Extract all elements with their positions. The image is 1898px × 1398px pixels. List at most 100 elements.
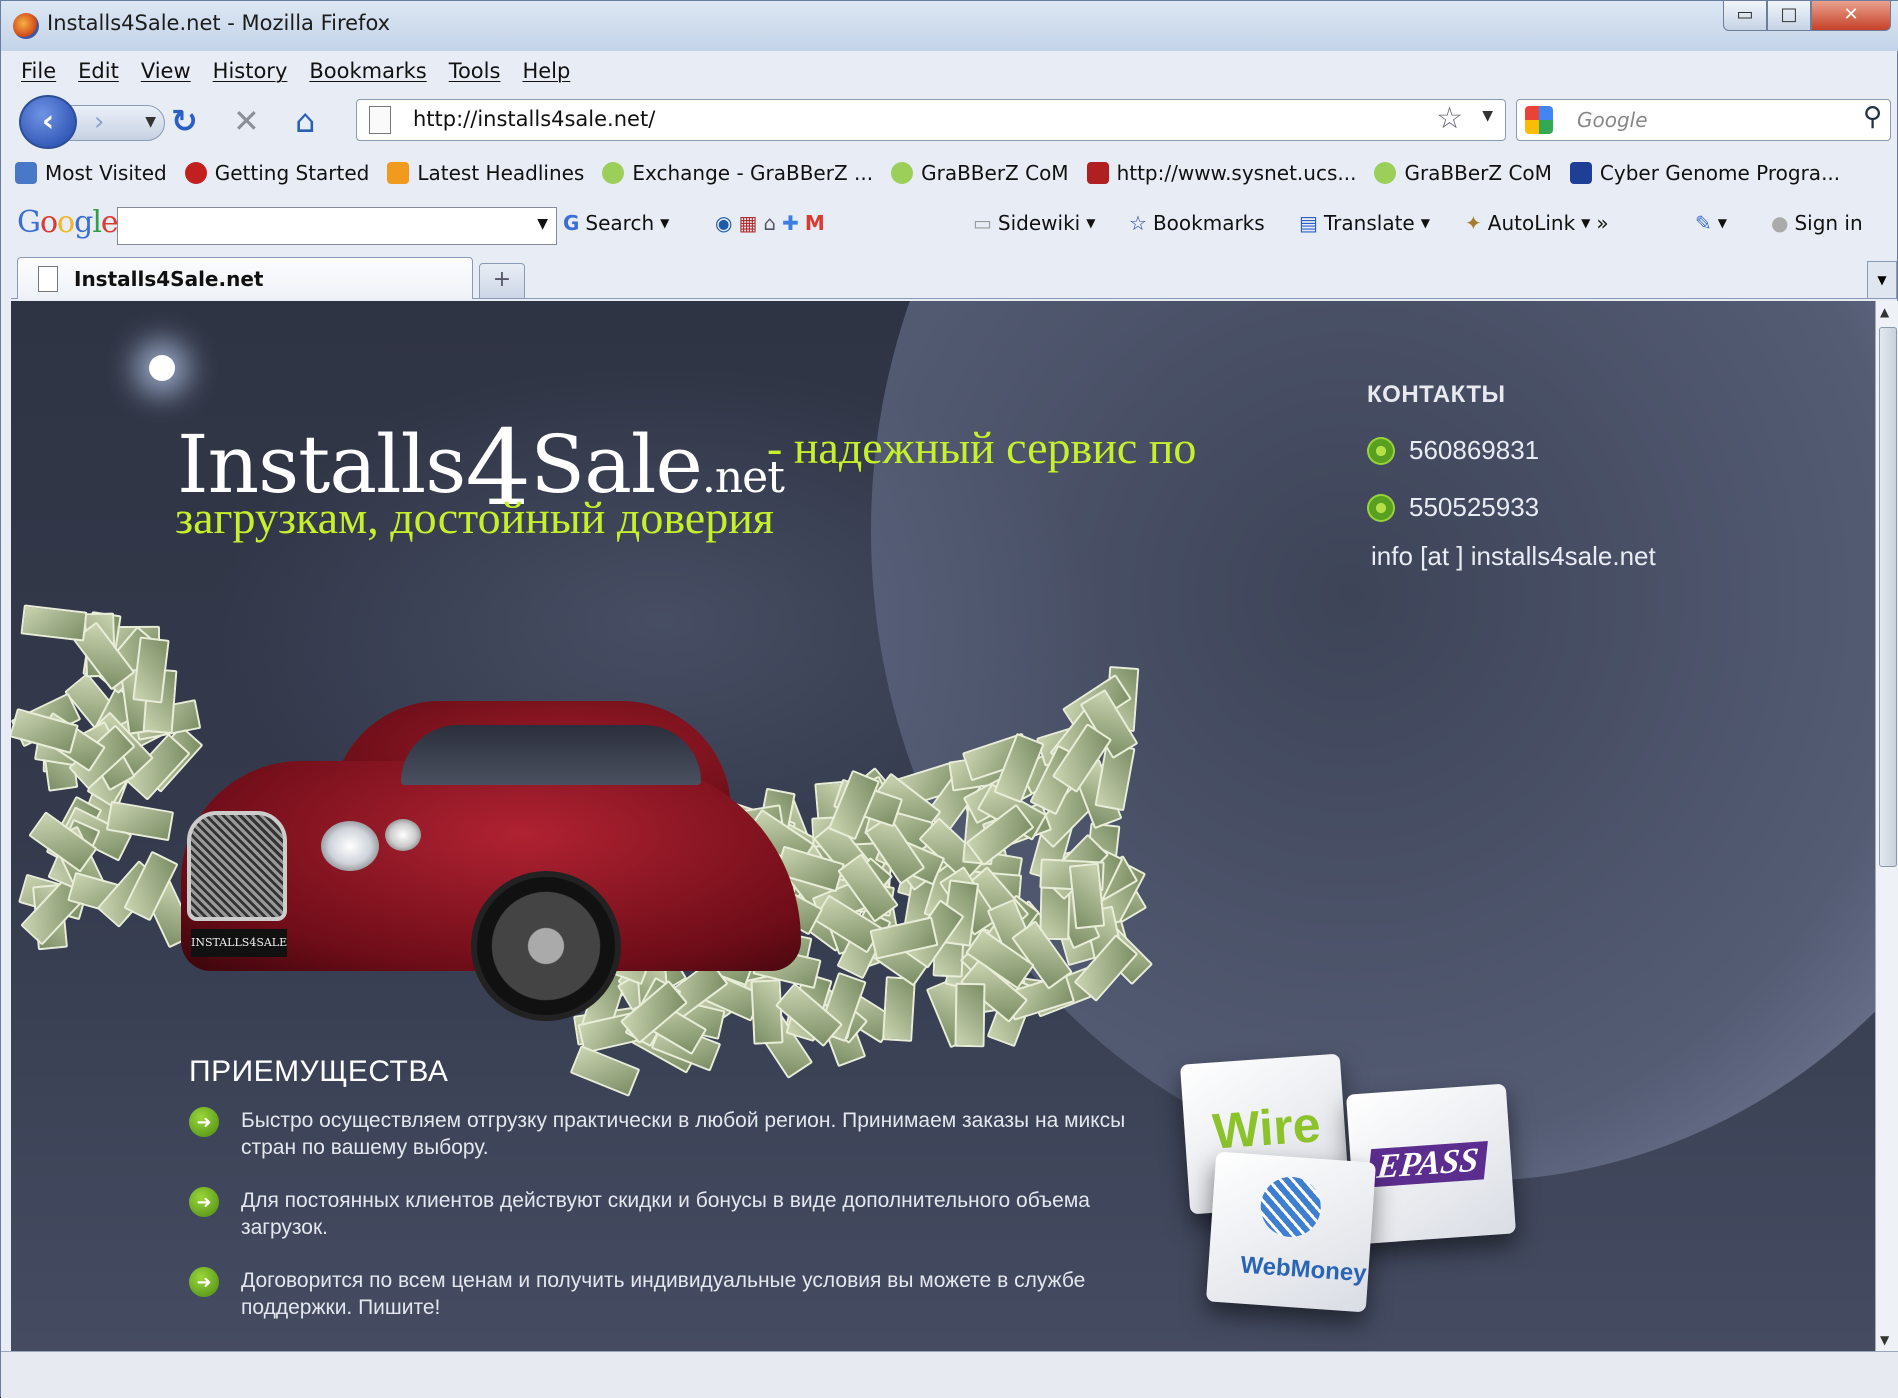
bookmark-item[interactable]: Cyber Genome Progra... xyxy=(1569,161,1841,185)
sign-in-button[interactable]: ● Sign in xyxy=(1771,211,1863,235)
tab-installs4sale[interactable]: Installs4Sale.net xyxy=(17,257,473,299)
address-bar[interactable]: http://installs4sale.net/ ☆ ▼ xyxy=(356,99,1506,141)
google-toolbar-icons[interactable]: ◉ ▦ ⌂ ✚ M xyxy=(715,211,825,235)
light-flare xyxy=(149,355,175,381)
stop-icon[interactable]: ✕ xyxy=(233,101,260,141)
scroll-up-icon[interactable]: ▲ xyxy=(1880,305,1889,319)
bookmark-item[interactable]: GraBBerZ CoM xyxy=(891,161,1069,185)
bookmark-star-icon[interactable]: ☆ xyxy=(1436,101,1463,136)
account-icon: ● xyxy=(1771,211,1789,235)
bookmark-item[interactable]: Most Visited xyxy=(15,161,167,185)
tagline-line1: - надежный сервис по xyxy=(767,422,1197,473)
bookmark-label: http://www.sysnet.ucs... xyxy=(1116,161,1357,185)
icq-flower-icon xyxy=(1367,493,1395,522)
car-plate: INSTALLS4SALE xyxy=(191,929,287,957)
menu-help[interactable]: Help xyxy=(522,59,570,83)
car-image: INSTALLS4SALE xyxy=(161,701,801,1041)
calendar-icon[interactable]: ▦ xyxy=(738,211,757,235)
earth-icon[interactable]: ◉ xyxy=(715,211,732,235)
url-dropdown-icon[interactable]: ▼ xyxy=(1482,108,1493,124)
icq-contact[interactable]: 550525933 xyxy=(1367,492,1656,523)
title-bar: Installs4Sale.net - Mozilla Firefox ▭ □ … xyxy=(1,1,1898,51)
history-dropdown-icon[interactable]: ▼ xyxy=(145,106,156,138)
bookmark-item[interactable]: Latest Headlines xyxy=(387,161,584,185)
epass-label: EPASS xyxy=(1367,1140,1489,1188)
bookmark-label: Cyber Genome Progra... xyxy=(1599,161,1841,185)
banknote-decoration xyxy=(954,982,986,1048)
google-search-input[interactable]: ▼ xyxy=(117,207,557,245)
menu-history[interactable]: History xyxy=(213,59,288,83)
reload-icon[interactable]: ↻ xyxy=(171,101,198,141)
chevron-down-icon: ▼ xyxy=(1581,216,1591,230)
wand-icon: ✦ xyxy=(1465,211,1482,235)
menu-view[interactable]: View xyxy=(141,59,191,83)
tagline-line2: загрузкам, достойный доверия xyxy=(175,492,774,543)
wire-label: Wire xyxy=(1210,1096,1323,1160)
icq-contact[interactable]: 560869831 xyxy=(1367,435,1656,466)
chevron-down-icon: ▼ xyxy=(1420,216,1430,230)
back-button[interactable]: ‹ xyxy=(19,95,77,149)
menu-bookmarks[interactable]: Bookmarks xyxy=(309,59,426,83)
google-engine-icon[interactable] xyxy=(1525,106,1553,134)
tab-list-button[interactable]: ▼ xyxy=(1867,261,1897,299)
google-search-button[interactable]: G Search ▼ xyxy=(563,211,669,235)
new-tab-button[interactable]: + xyxy=(479,263,525,299)
close-button[interactable]: ✕ xyxy=(1811,1,1891,31)
search-label: Search xyxy=(585,211,655,235)
scroll-down-icon[interactable]: ▼ xyxy=(1880,1333,1889,1347)
sidewiki-label: Sidewiki xyxy=(997,211,1081,235)
car-headlight xyxy=(385,819,421,851)
sidewiki-button[interactable]: ▭ Sidewiki ▼ xyxy=(973,211,1095,235)
bookmark-item[interactable]: Exchange - GraBBerZ ... xyxy=(602,161,873,185)
wrench-icon: ✎ xyxy=(1695,211,1712,235)
settings-button[interactable]: ✎ ▼ xyxy=(1695,211,1727,235)
grabberz-icon xyxy=(602,162,625,184)
bookmarks-toolbar: Most Visited Getting Started Latest Head… xyxy=(15,153,1840,193)
sidewiki-icon: ▭ xyxy=(973,211,992,235)
bank-icon[interactable]: ⌂ xyxy=(763,211,776,235)
gmail-icon[interactable]: M xyxy=(805,211,825,235)
maximize-button[interactable]: □ xyxy=(1767,1,1811,31)
tab-label: Installs4Sale.net xyxy=(74,267,264,291)
sysnet-icon xyxy=(1086,162,1109,184)
bookmark-label: Exchange - GraBBerZ ... xyxy=(632,161,874,185)
navigation-toolbar: › ▼ ‹ ↻ ✕ ⌂ http://installs4sale.net/ ☆ ▼… xyxy=(11,93,1891,149)
vertical-scrollbar[interactable]: ▲ ▼ xyxy=(1875,301,1898,1351)
bookmark-item[interactable]: GraBBerZ CoM xyxy=(1374,161,1552,185)
advantage-text: Быстро осуществляем отгрузку практически… xyxy=(241,1109,1126,1159)
car-grille xyxy=(187,811,287,921)
webmoney-label: WebMoney xyxy=(1239,1251,1368,1288)
minimize-button[interactable]: ▭ xyxy=(1723,1,1767,31)
bookmark-label: GraBBerZ CoM xyxy=(1404,161,1552,185)
browser-window: Installs4Sale.net - Mozilla Firefox ▭ □ … xyxy=(0,0,1898,1398)
translate-button[interactable]: ▤ Translate ▼ xyxy=(1299,211,1430,235)
search-bar[interactable]: Google ⚲ xyxy=(1516,99,1891,141)
bookmark-item[interactable]: http://www.sysnet.ucs... xyxy=(1086,161,1357,185)
more-icon[interactable]: » xyxy=(1596,211,1608,235)
google-toolbar: Google ▼ G Search ▼ ◉ ▦ ⌂ ✚ M ▭ Sidewiki ▼ ☆ Book… xyxy=(15,203,1895,245)
google-logo: Google xyxy=(17,205,119,240)
forward-button[interactable]: › ▼ xyxy=(69,105,165,141)
bookmark-item[interactable]: Getting Started xyxy=(184,161,369,185)
search-placeholder[interactable]: Google xyxy=(1577,108,1648,132)
menu-file[interactable]: File xyxy=(21,59,56,83)
menu-tools[interactable]: Tools xyxy=(449,59,501,83)
scroll-thumb[interactable] xyxy=(1879,327,1897,867)
url-text[interactable]: http://installs4sale.net/ xyxy=(413,107,655,131)
menu-edit[interactable]: Edit xyxy=(78,59,119,83)
home-icon[interactable]: ⌂ xyxy=(295,101,315,141)
plus-icon[interactable]: ✚ xyxy=(782,211,799,235)
icq-number: 550525933 xyxy=(1409,492,1540,522)
sign-in-label: Sign in xyxy=(1794,211,1863,235)
google-bookmarks-button[interactable]: ☆ Bookmarks xyxy=(1129,211,1265,235)
autolink-button[interactable]: ✦ AutoLink ▼ » xyxy=(1465,211,1609,235)
contact-email: info [at ] installs4sale.net xyxy=(1371,541,1656,571)
chevron-down-icon[interactable]: ▼ xyxy=(537,216,548,232)
translate-icon: ▤ xyxy=(1299,211,1318,235)
chevron-down-icon: ▼ xyxy=(1086,216,1096,230)
bookmark-label: GraBBerZ CoM xyxy=(921,161,1069,185)
star-icon xyxy=(1569,162,1592,184)
arrow-right-icon: ➜ xyxy=(189,1107,219,1137)
search-icon[interactable]: ⚲ xyxy=(1863,102,1882,132)
star-icon: ☆ xyxy=(1129,211,1147,235)
